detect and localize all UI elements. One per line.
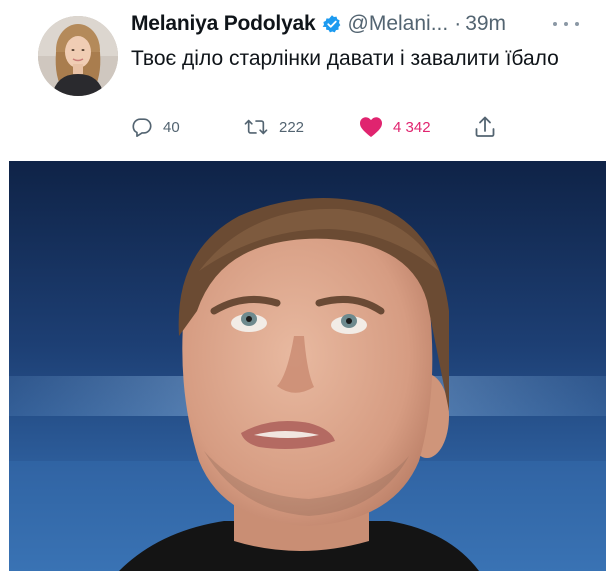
share-icon [475,116,495,137]
man-looking-up-photo [9,161,606,571]
avatar-photo [38,16,118,96]
verified-badge-icon [322,14,342,34]
reply-count: 40 [163,118,180,136]
like-button[interactable]: 4 342 [359,112,431,142]
tweet-screenshot: Melaniya Podolyak @Melani... · 39m Твоє … [0,0,615,578]
author-handle[interactable]: @Melani... [348,12,449,36]
heart-icon [360,117,382,137]
more-horizontal-icon[interactable] [553,14,579,34]
retweet-icon [244,119,268,135]
tweet-text: Твоє діло старлінки давати і завалити їб… [131,47,559,70]
like-count: 4 342 [393,118,431,136]
reply-icon [132,118,152,137]
tweet-photo[interactable] [9,161,606,571]
share-button[interactable] [473,112,497,142]
author-avatar[interactable] [38,16,118,96]
tweet-timestamp[interactable]: 39m [465,12,506,36]
retweet-button[interactable]: 222 [243,112,304,142]
tweet-header: Melaniya Podolyak @Melani... · 39m [131,10,506,38]
tweet-actions: 40 222 4 342 [131,112,511,142]
author-name[interactable]: Melaniya Podolyak [131,12,316,36]
header-separator: · [454,12,462,35]
reply-button[interactable]: 40 [131,112,180,142]
retweet-count: 222 [279,118,305,136]
